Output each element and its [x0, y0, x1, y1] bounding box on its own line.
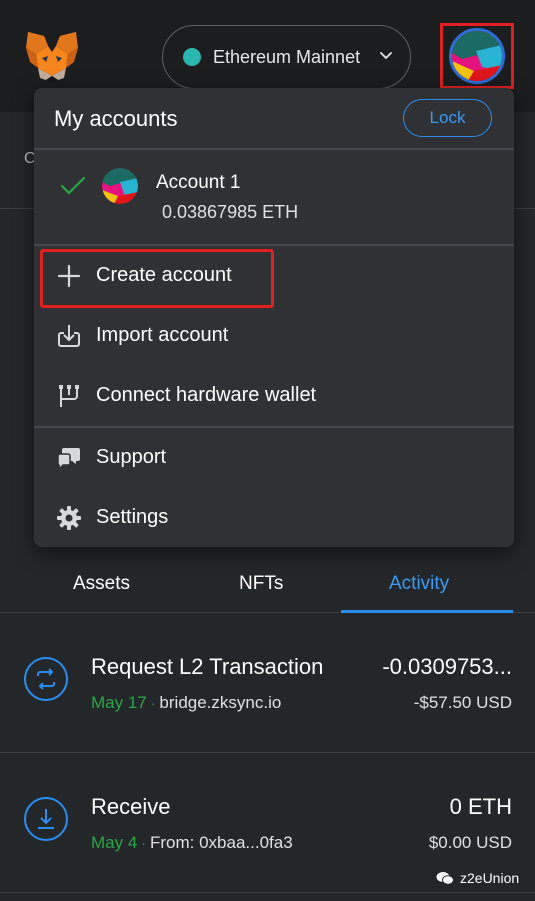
transaction-usd: $0.00 USD	[428, 833, 512, 852]
divider	[34, 148, 514, 150]
watermark-text: z2eUnion	[460, 870, 520, 886]
transaction-icon-wrap	[24, 657, 68, 701]
checkmark-icon	[60, 176, 86, 195]
divider	[0, 892, 535, 893]
account-menu-highlight	[440, 23, 514, 89]
import-account-label: Import account	[96, 324, 229, 346]
divider	[34, 426, 514, 428]
settings-label: Settings	[96, 506, 169, 528]
connect-hardware-wallet-label: Connect hardware wallet	[96, 384, 317, 406]
network-status-dot	[183, 48, 201, 66]
account-avatar-button[interactable]	[449, 28, 505, 84]
tab-nfts[interactable]: NFTs	[239, 573, 283, 595]
watermark: z2eUnion	[436, 870, 519, 886]
tab-activity[interactable]: Activity	[389, 573, 449, 595]
transaction-origin: bridge.zksync.io	[159, 693, 282, 712]
gear-icon	[57, 506, 81, 530]
transaction-origin: From: 0xbaa...0fa3	[149, 833, 293, 852]
download-arrow-icon	[38, 809, 54, 829]
settings-item[interactable]: Settings	[34, 493, 514, 543]
create-account-highlight	[40, 249, 274, 308]
transaction-usd: -$57.50 USD	[413, 693, 512, 712]
lock-button[interactable]: Lock	[403, 99, 492, 137]
support-item[interactable]: Support	[34, 433, 514, 483]
chevron-down-icon	[380, 52, 392, 59]
wechat-icon	[436, 872, 454, 885]
support-label: Support	[96, 446, 167, 468]
transaction-date: May 4	[91, 833, 138, 852]
transaction-subtitle: May 17 · bridge.zksync.io	[91, 693, 281, 713]
chat-bubbles-icon	[57, 448, 80, 471]
account-menu: My accounts Lock Account 1 0.03867985 ET…	[34, 88, 514, 547]
divider	[0, 752, 535, 753]
account-avatar-icon	[452, 31, 502, 81]
account-balance: 0.03867985 ETH	[162, 202, 299, 222]
hardware-wallet-icon	[59, 385, 79, 407]
transaction-title: Receive	[91, 794, 171, 819]
active-tab-indicator	[341, 610, 513, 613]
menu-title: My accounts	[54, 106, 178, 131]
account-name: Account 1	[156, 172, 241, 193]
transaction-amount: 0 ETH	[449, 794, 512, 819]
connect-hardware-wallet-item[interactable]: Connect hardware wallet	[34, 371, 514, 421]
separator-dot: ·	[150, 695, 156, 711]
network-selector[interactable]: Ethereum Mainnet	[162, 25, 411, 89]
transaction-title: Request L2 Transaction	[91, 654, 324, 679]
account-avatar-icon	[102, 168, 138, 204]
tab-assets[interactable]: Assets	[73, 573, 130, 595]
network-label: Ethereum Mainnet	[213, 46, 361, 67]
transaction-date: May 17	[91, 693, 147, 712]
metamask-fox-icon[interactable]	[24, 30, 80, 84]
transaction-amount: -0.0309753...	[382, 654, 512, 679]
transaction-subtitle: May 4 · From: 0xbaa...0fa3	[91, 833, 293, 853]
import-account-item[interactable]: Import account	[34, 311, 514, 361]
divider	[34, 244, 514, 246]
transaction-icon-wrap	[24, 797, 68, 841]
import-icon	[58, 325, 80, 347]
swap-arrows-icon	[37, 668, 55, 690]
separator-dot: ·	[141, 835, 146, 851]
